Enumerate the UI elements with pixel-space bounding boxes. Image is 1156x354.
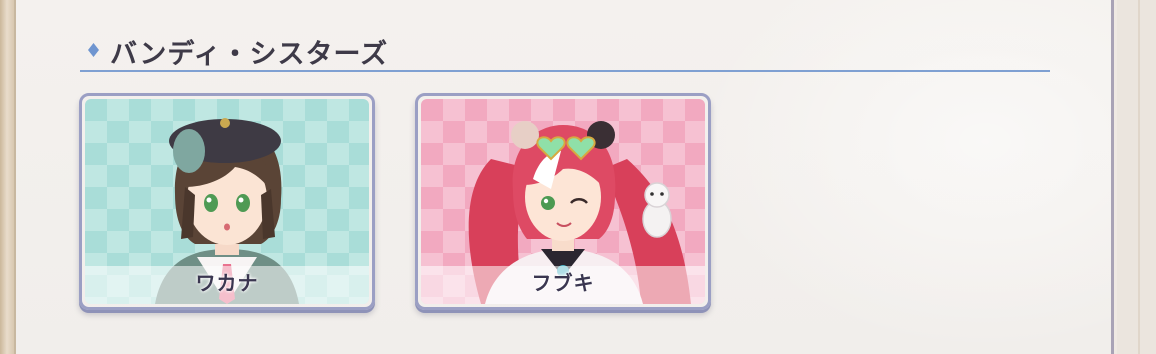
section-header: バンディ・シスターズ — [80, 30, 1050, 74]
gutter-divider — [1138, 0, 1140, 354]
card-background: フブキ — [421, 99, 705, 304]
section-underline — [80, 70, 1050, 72]
section-title: バンディ・シスターズ — [110, 39, 389, 70]
scrollbar-track[interactable] — [1117, 0, 1156, 354]
card-background: ワカナ — [85, 99, 369, 304]
character-card-fubuki[interactable]: フブキ — [415, 93, 711, 310]
diamond-bullet-icon — [88, 43, 99, 57]
character-name: フブキ — [531, 271, 595, 295]
character-name: ワカナ — [195, 271, 259, 295]
character-card-wakana[interactable]: ワカナ — [79, 93, 375, 310]
window-frame-left — [0, 0, 14, 354]
